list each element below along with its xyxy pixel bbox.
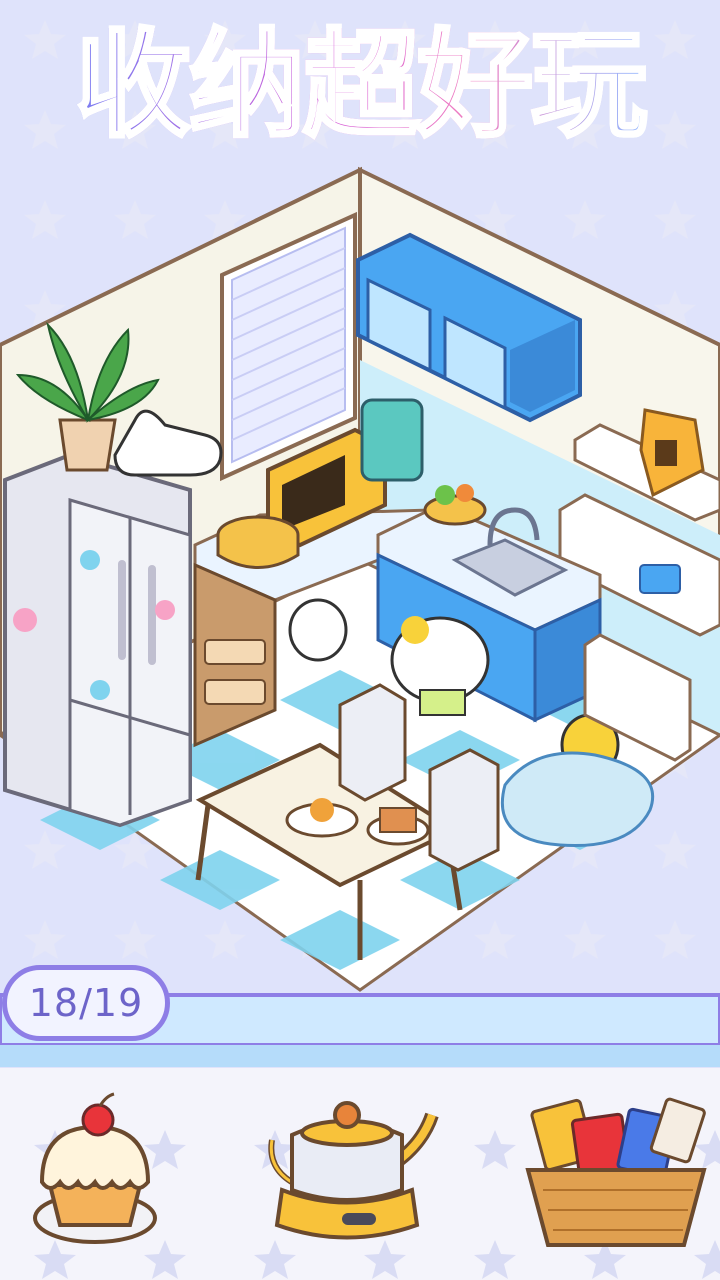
cupcake-icon (33, 1092, 157, 1244)
game-title: 收纳超好玩 (73, 18, 649, 153)
tray-item-teapot[interactable] (262, 1095, 442, 1255)
teapot-icon (268, 1101, 439, 1240)
title-banner: 收纳超好玩 (0, 18, 720, 153)
tray-item-cupcake[interactable] (20, 1090, 170, 1250)
game-scene (0, 0, 720, 1280)
progress-counter: 18/19 (2, 965, 170, 1041)
progress-label: 18/19 (28, 981, 144, 1025)
snack-basket-icon (525, 1097, 707, 1247)
tray-item-snack-basket[interactable] (518, 1095, 714, 1255)
